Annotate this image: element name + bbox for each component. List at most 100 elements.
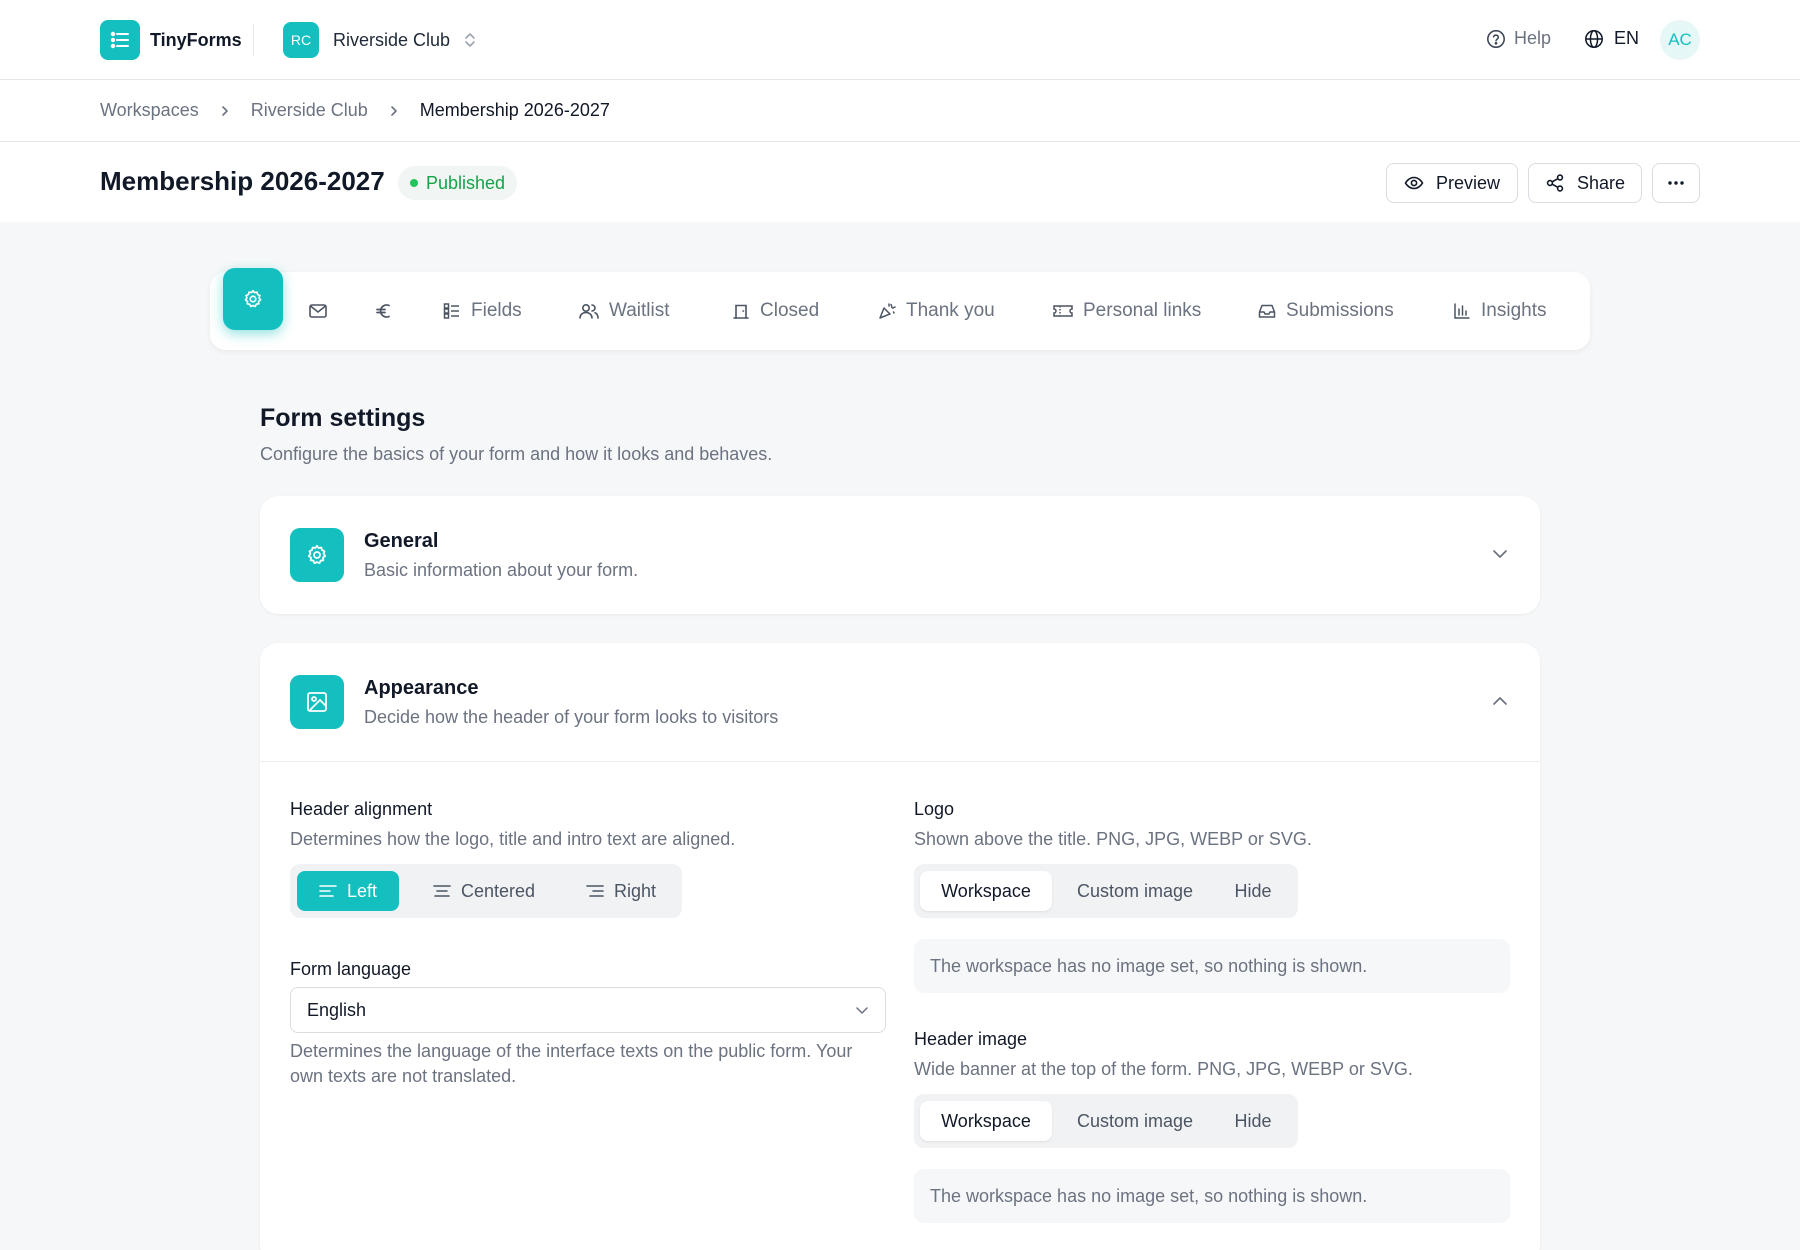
header-alignment-toggle: Left Centered Right xyxy=(290,864,682,918)
chevron-up-down-icon xyxy=(465,33,475,47)
appearance-title: Appearance xyxy=(364,677,479,699)
header-image-label: Header image xyxy=(914,1029,1028,1049)
tinyforms-logo-icon xyxy=(100,20,140,60)
logo-note: The workspace has no image set, so nothi… xyxy=(914,939,1510,993)
logo-help: Shown above the title. PNG, JPG, WEBP or… xyxy=(914,829,1312,849)
tab-insights[interactable]: Insights xyxy=(1452,296,1546,326)
tab-settings[interactable] xyxy=(223,268,283,330)
tab-submissions[interactable]: Submissions xyxy=(1257,296,1394,326)
brand[interactable]: TinyForms xyxy=(100,20,242,60)
form-language-select[interactable]: English xyxy=(290,987,886,1033)
align-centered-option[interactable]: Centered xyxy=(408,871,560,911)
align-right-option[interactable]: Right xyxy=(568,871,674,911)
align-left-icon xyxy=(319,885,337,897)
chevron-right-icon xyxy=(390,104,398,118)
tab-fields[interactable]: Fields xyxy=(442,296,522,326)
chevron-up-icon[interactable] xyxy=(1492,693,1508,709)
chevron-down-icon xyxy=(856,1007,868,1014)
align-right-icon xyxy=(586,885,604,897)
logo-workspace-option[interactable]: Workspace xyxy=(920,871,1052,911)
share-label: Share xyxy=(1576,172,1626,193)
tab-label: Waitlist xyxy=(609,300,670,321)
preview-button[interactable]: Preview xyxy=(1386,163,1518,203)
tab-thank-you[interactable]: Thank you xyxy=(877,296,995,326)
gear-icon xyxy=(290,528,344,582)
header-image-custom-image-option[interactable]: Custom image xyxy=(1060,1101,1210,1141)
chevron-right-icon xyxy=(221,104,229,118)
general-card-header[interactable]: General Basic information about your for… xyxy=(260,496,1540,614)
workspace-badge: RC xyxy=(283,22,319,58)
section-title: Form settings xyxy=(260,404,426,432)
appearance-description: Decide how the header of your form looks… xyxy=(364,707,779,727)
globe-icon xyxy=(1585,29,1603,48)
general-title: General xyxy=(364,530,439,552)
party-icon xyxy=(879,303,896,319)
help-label: Help xyxy=(1514,28,1552,48)
header-alignment-label: Header alignment xyxy=(290,799,433,819)
share-icon xyxy=(1546,174,1564,192)
status-badge: Published xyxy=(398,166,518,200)
help-link[interactable]: Help xyxy=(1486,28,1551,49)
tab-email[interactable] xyxy=(308,296,328,326)
breadcrumb-workspaces[interactable]: Workspaces xyxy=(100,100,199,121)
share-button[interactable]: Share xyxy=(1528,163,1642,203)
inbox-icon xyxy=(1258,304,1276,318)
language-switcher[interactable]: EN xyxy=(1584,28,1639,49)
tab-closed[interactable]: Closed xyxy=(731,296,819,326)
logo-custom-image-option[interactable]: Custom image xyxy=(1060,871,1210,911)
form-language-help: Determines the language of the interface… xyxy=(290,1041,853,1086)
status-label: Published xyxy=(426,172,506,193)
preview-label: Preview xyxy=(1435,172,1501,193)
tab-label: Submissions xyxy=(1286,300,1394,321)
mail-icon xyxy=(309,304,327,318)
status-dot xyxy=(410,179,418,187)
gear-icon xyxy=(244,289,262,308)
users-icon xyxy=(579,303,599,319)
appearance-card: Appearance Decide how the header of your… xyxy=(260,643,1540,1250)
header-image-hide-option[interactable]: Hide xyxy=(1216,1101,1290,1141)
header-image-help: Wide banner at the top of the form. PNG,… xyxy=(914,1059,1413,1079)
logo-hide-option[interactable]: Hide xyxy=(1216,871,1290,911)
header-image-workspace-option[interactable]: Workspace xyxy=(920,1101,1052,1141)
tab-label: Insights xyxy=(1481,300,1547,321)
ticket-icon xyxy=(1053,305,1073,317)
logo-label: Logo xyxy=(914,799,955,819)
appearance-card-header[interactable]: Appearance Decide how the header of your… xyxy=(260,643,1540,761)
chart-icon xyxy=(1454,303,1470,319)
tab-label: Fields xyxy=(471,300,522,321)
workspace-switcher[interactable]: RC Riverside Club xyxy=(283,22,476,58)
tab-label: Thank you xyxy=(906,300,995,321)
general-card: General Basic information about your for… xyxy=(260,496,1540,614)
align-left-option[interactable]: Left xyxy=(297,871,399,911)
help-icon xyxy=(1487,29,1505,48)
top-bar: TinyForms RC Riverside Club Help EN AC xyxy=(0,0,1800,80)
tab-personal-links[interactable]: Personal links xyxy=(1052,296,1201,326)
closed-icon xyxy=(733,304,749,319)
form-language-value: English xyxy=(307,999,367,1020)
title-bar: Membership 2026-2027 Published Preview S… xyxy=(0,142,1800,222)
tab-waitlist[interactable]: Waitlist xyxy=(578,296,670,326)
form-language-label: Form language xyxy=(290,959,412,979)
breadcrumb-bar: Workspaces Riverside Club Membership 202… xyxy=(0,80,1800,142)
chevron-down-icon[interactable] xyxy=(1492,546,1508,562)
more-options-button[interactable] xyxy=(1652,163,1700,203)
language-label: EN xyxy=(1614,28,1640,48)
fields-icon xyxy=(443,303,459,319)
divider xyxy=(260,761,1540,762)
header-alignment-help: Determines how the logo, title and intro… xyxy=(290,829,736,849)
tab-payments[interactable] xyxy=(374,296,394,326)
breadcrumb-current: Membership 2026-2027 xyxy=(419,100,610,120)
page-title: Membership 2026-2027 xyxy=(100,166,385,196)
breadcrumb: Workspaces Riverside Club Membership 202… xyxy=(100,100,610,121)
more-horizontal-icon xyxy=(1668,181,1684,185)
breadcrumb-workspace[interactable]: Riverside Club xyxy=(251,100,368,121)
tab-label: Personal links xyxy=(1083,300,1202,321)
section-subtitle: Configure the basics of your form and ho… xyxy=(260,444,773,464)
image-icon xyxy=(290,675,344,729)
general-description: Basic information about your form. xyxy=(364,560,639,580)
user-avatar[interactable]: AC xyxy=(1660,20,1700,60)
divider xyxy=(253,24,254,56)
workspace-name: Riverside Club xyxy=(333,29,451,50)
tab-label: Closed xyxy=(760,300,820,321)
header-image-note: The workspace has no image set, so nothi… xyxy=(914,1169,1510,1223)
